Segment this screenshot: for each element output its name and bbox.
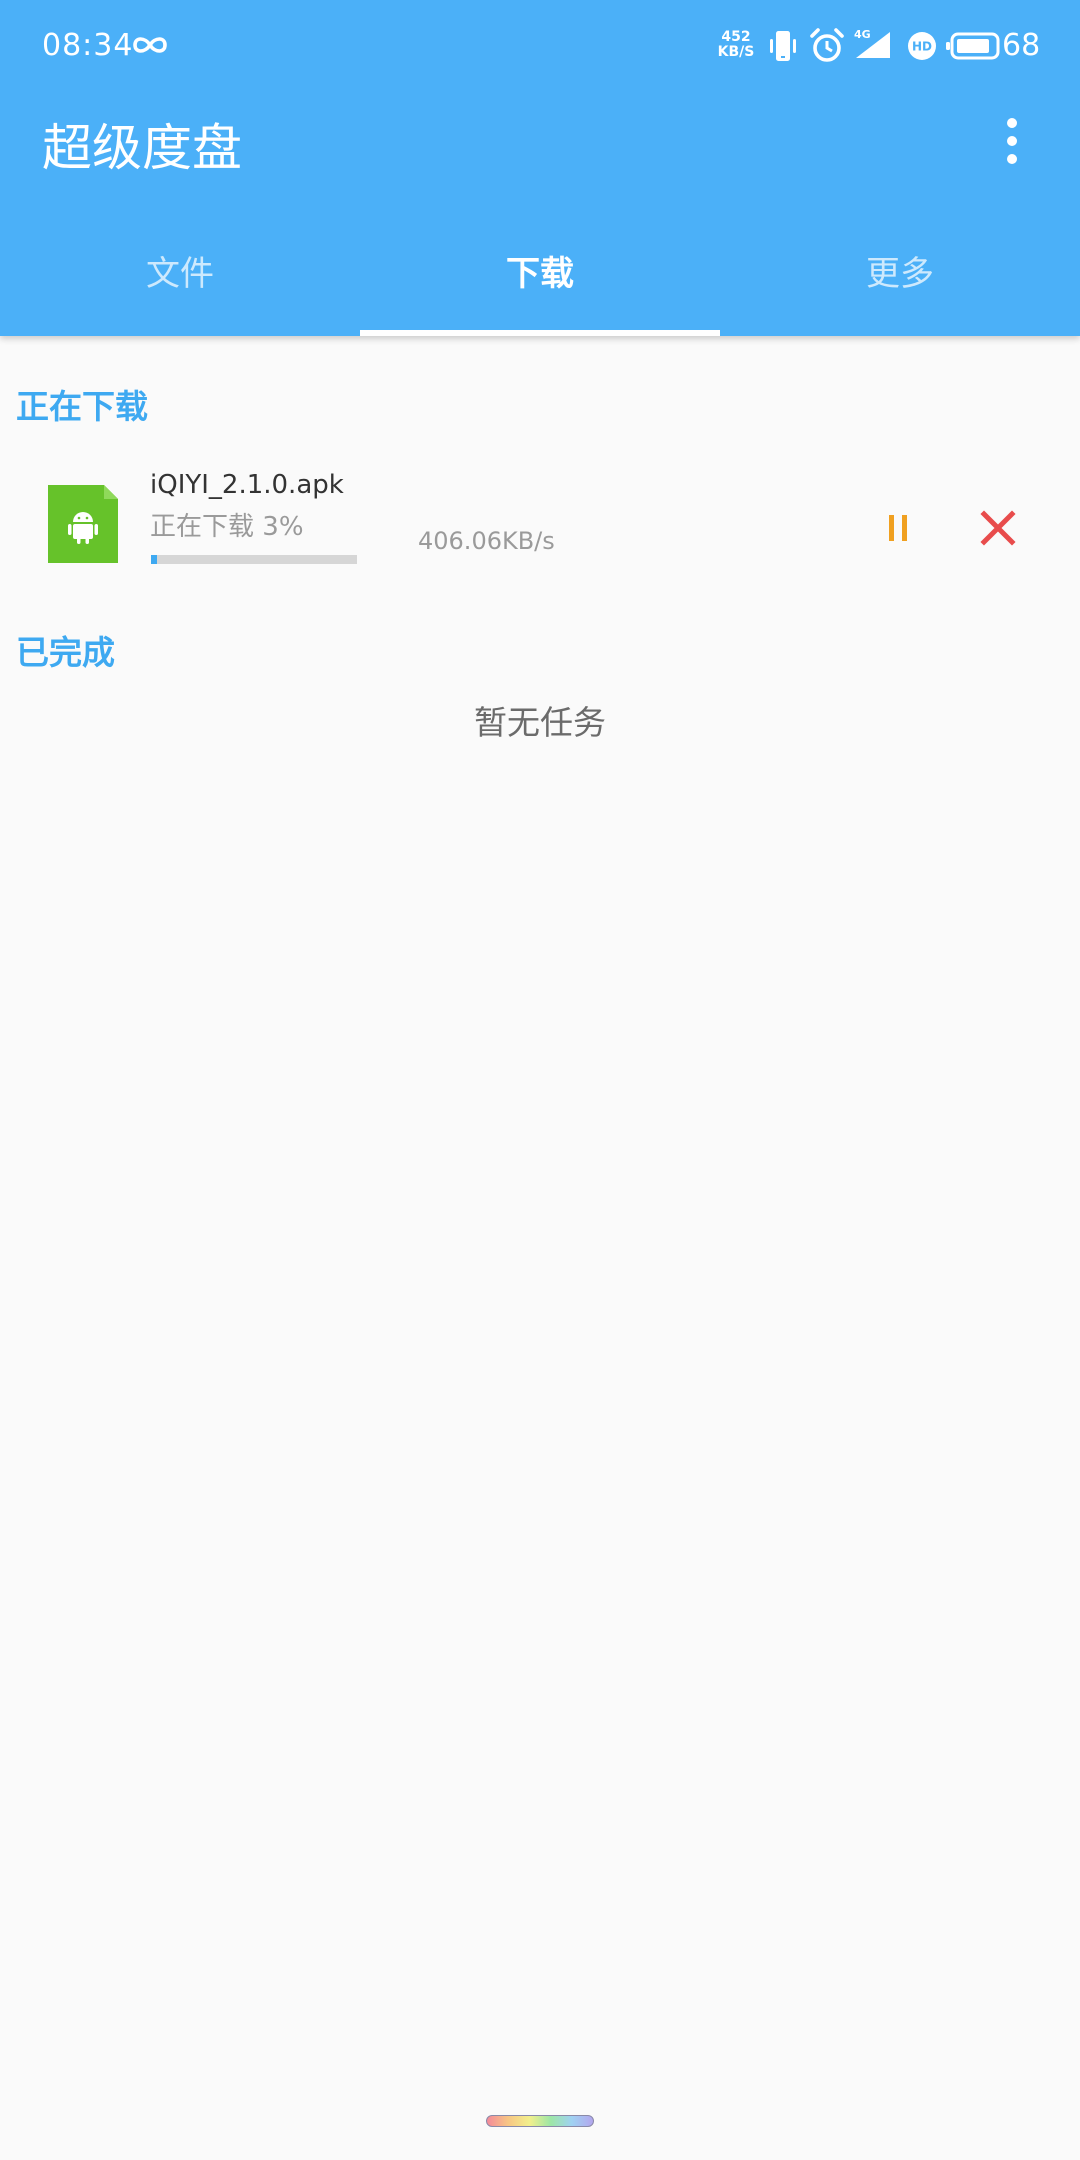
network-type-label: 4G [854, 28, 871, 41]
pause-button[interactable] [872, 502, 924, 554]
download-screen: 08:34 452 KB/S 4G HD 68 超级度盘 文件 下载 更多 正在… [0, 0, 1080, 2160]
downloading-section-title: 正在下载 [16, 387, 148, 426]
tab-indicator [360, 330, 720, 336]
vibrate-icon [770, 31, 796, 61]
download-speed: 406.06KB/s [418, 527, 555, 555]
tab-downloads[interactable]: 下载 [360, 228, 720, 336]
close-icon [980, 510, 1016, 546]
pause-icon [889, 515, 894, 541]
battery-icon [946, 32, 1000, 60]
cancel-download-button[interactable] [972, 502, 1024, 554]
signal-icon: 4G [854, 28, 890, 58]
infinity-icon [133, 37, 167, 53]
android-apk-icon [48, 485, 118, 563]
app-header: 08:34 452 KB/S 4G HD 68 超级度盘 文件 下载 更多 [0, 0, 1080, 336]
file-name: iQIYI_2.1.0.apk [150, 470, 344, 500]
network-speed: 452 KB/S [716, 30, 756, 60]
gesture-nav-handle[interactable] [486, 2115, 594, 2127]
completed-section-title: 已完成 [16, 633, 115, 672]
battery-level: 68 [1002, 28, 1041, 63]
status-bar: 08:34 452 KB/S 4G HD 68 [0, 0, 1080, 96]
download-progress-bar [151, 555, 357, 564]
tab-bar: 文件 下载 更多 [0, 228, 1080, 336]
alarm-icon [810, 28, 844, 62]
more-options-icon[interactable] [1000, 116, 1024, 166]
download-percent: 3% [262, 512, 304, 542]
hd-label: HD [912, 40, 932, 54]
download-progress-fill [151, 555, 158, 564]
tab-more[interactable]: 更多 [720, 228, 1080, 336]
tab-files[interactable]: 文件 [0, 228, 360, 336]
status-time: 08:34 [42, 28, 134, 63]
empty-state-text: 暂无任务 [474, 703, 606, 742]
hd-icon: HD [908, 32, 936, 60]
download-status: 正在下载 3% [150, 506, 304, 543]
app-title: 超级度盘 [42, 119, 242, 177]
network-speed-unit: KB/S [717, 44, 755, 60]
network-speed-value: 452 [721, 29, 751, 45]
download-status-label: 正在下载 [150, 512, 255, 542]
